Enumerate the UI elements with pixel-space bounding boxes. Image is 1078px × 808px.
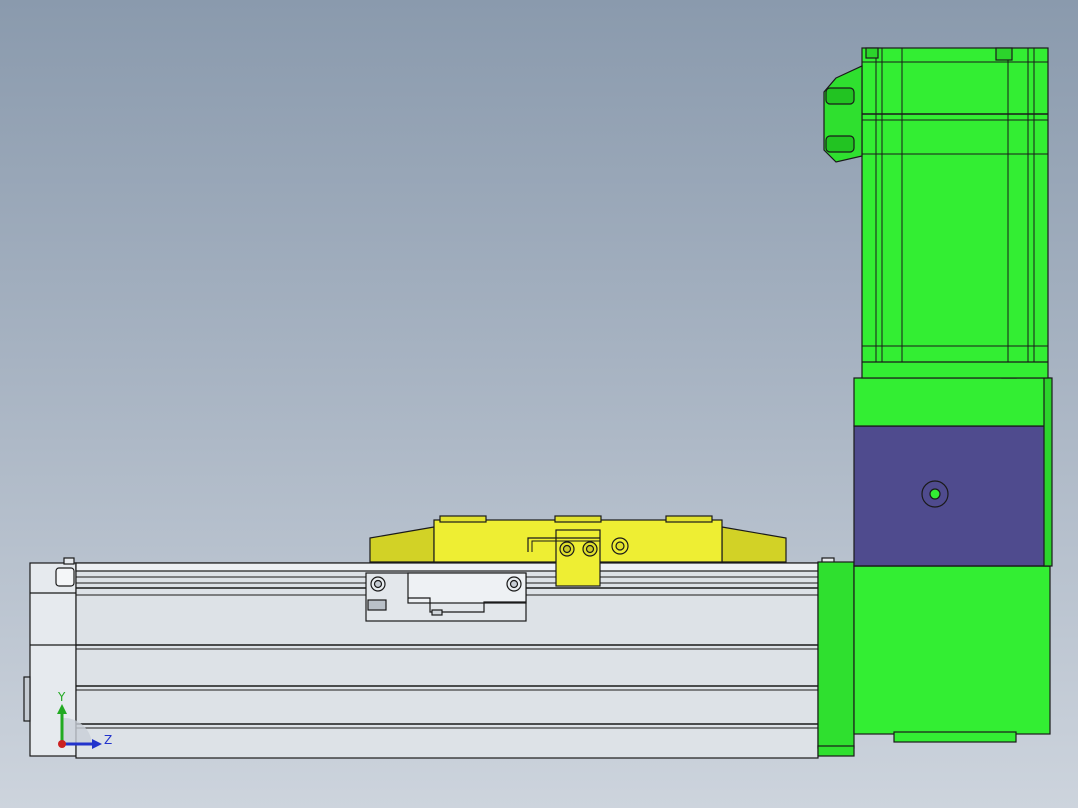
motor-body	[861, 47, 1049, 379]
gearbox-band	[853, 425, 1051, 567]
gearbox-housing[interactable]	[817, 369, 1053, 757]
gearbox-lower	[853, 565, 1051, 735]
bolt-head	[373, 579, 383, 589]
z-axis-label: Z	[104, 733, 112, 747]
coupling-foot	[817, 745, 855, 757]
cap-nub	[63, 557, 75, 565]
carriage-plate-left	[369, 526, 435, 563]
servo-motor[interactable]	[823, 47, 1049, 379]
top-rail	[75, 562, 819, 572]
end-cap-connector	[23, 676, 31, 722]
coupling-block	[817, 561, 855, 749]
cad-viewport[interactable]: Y Z	[0, 0, 1078, 808]
x-axis-dot	[58, 740, 66, 748]
bolt-head	[509, 579, 519, 589]
end-cap-slot	[55, 567, 75, 587]
y-axis-label: Y	[57, 690, 66, 704]
carriage-bracket[interactable]	[365, 572, 527, 622]
cad-model-scene[interactable]: Y Z	[0, 0, 1078, 808]
gearbox-foot	[893, 731, 1017, 743]
gearbox-upper	[853, 377, 1051, 427]
carriage-plate-right	[721, 526, 787, 563]
